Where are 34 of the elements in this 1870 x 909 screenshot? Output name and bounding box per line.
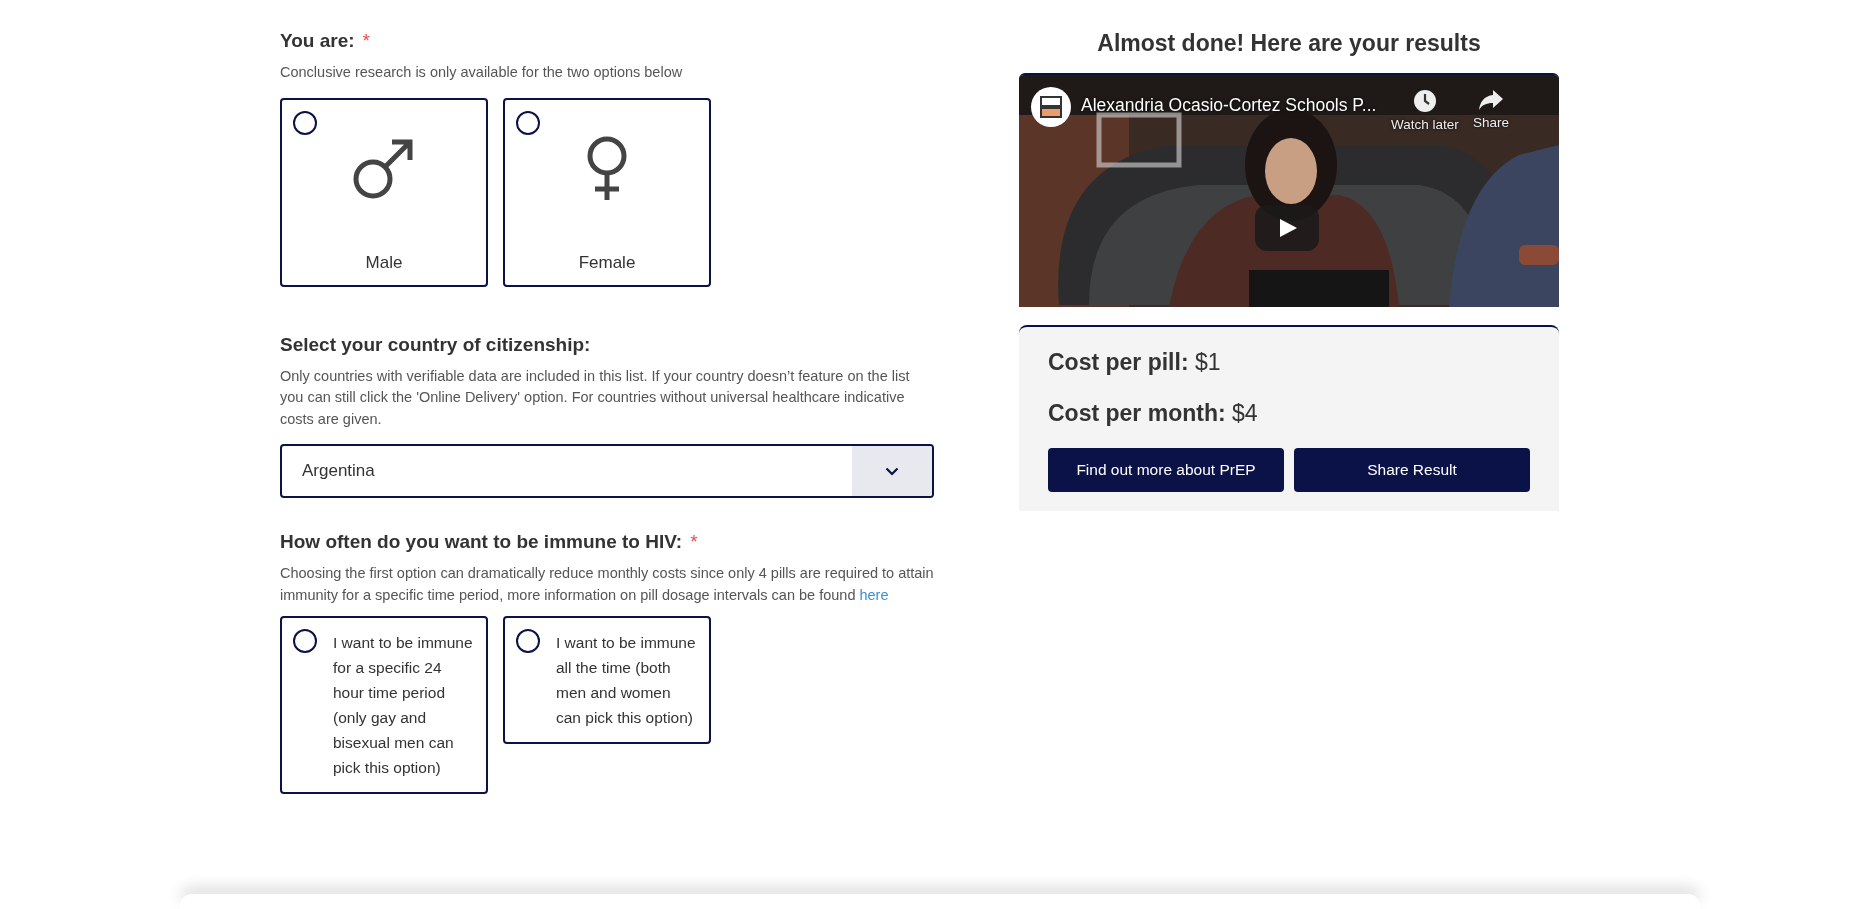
radio-button[interactable] [516, 110, 540, 135]
question-hint: Only countries with verifiable data are included in this list. If your country doesn’t feature on the list you can still click the 'Online Delivery' option. For countries without universal healthcare indicative costs are given. [280, 366, 911, 429]
question-label: You are: [280, 30, 355, 52]
results-title: Almost done! Here are your results [1096, 30, 1482, 57]
option-label: I want to be immune all the time (both men and women can pick this option) [556, 633, 697, 728]
chevron-down-icon [885, 466, 899, 476]
cost-line: Cost per pill: $1 [1048, 349, 1222, 376]
play-button-icon[interactable] [1255, 205, 1319, 251]
share-icon [1478, 89, 1504, 111]
required-mark: * [362, 30, 370, 52]
channel-avatar-icon[interactable] [1031, 87, 1071, 127]
frequency-option-card[interactable]: I want to be immune all the time (both men and women can pick this option) [503, 616, 711, 744]
frequency-option-card[interactable]: I want to be immune for a specific 24 hour time period (only gay and bisexual men can pick this option) [280, 616, 488, 794]
gender-option-card[interactable]: Male [280, 97, 488, 287]
cost-line: Cost per month: $4 [1048, 400, 1259, 427]
clock-icon [1412, 89, 1437, 113]
required-mark: * [690, 531, 698, 553]
option-label: Male [365, 252, 403, 273]
video-action[interactable]: Watch later [1391, 89, 1459, 132]
radio-button[interactable] [293, 629, 317, 653]
action-button[interactable]: Find out more about PrEP [1048, 448, 1284, 492]
option-label: I want to be immune for a specific 24 hour time period (only gay and bisexual men can pick this option) [333, 633, 474, 778]
radio-button[interactable] [293, 110, 317, 135]
option-label: Female [578, 252, 636, 273]
question-hint: Choosing the first option can dramatically reduce monthly costs since only 4 pills are required to attain immunity for a specific time period, more information on pill dosage intervals can be found here [280, 564, 934, 605]
here-link[interactable]: here [859, 586, 889, 603]
question-hint: Conclusive research is only available for the two options below [280, 63, 684, 82]
question-label: How often do you want to be immune to HIV: [280, 531, 683, 553]
question-label: Select your country of citizenship: [280, 333, 591, 356]
video-action[interactable]: Share [1473, 89, 1510, 130]
gender-option-card[interactable]: Female [503, 97, 711, 287]
country-select[interactable]: Argentina [280, 444, 934, 498]
radio-button[interactable] [516, 629, 540, 653]
action-button[interactable]: Share Result [1294, 448, 1530, 492]
